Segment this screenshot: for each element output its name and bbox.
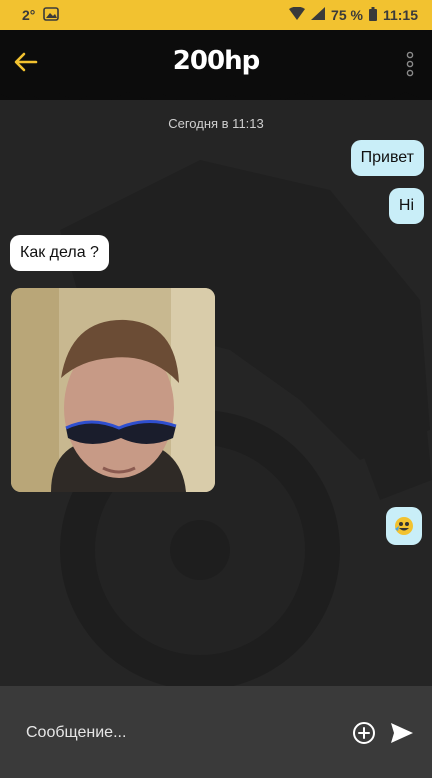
image-notification-icon bbox=[43, 6, 60, 24]
message-input[interactable] bbox=[24, 710, 328, 756]
more-vertical-icon bbox=[406, 51, 414, 77]
photo-message[interactable] bbox=[11, 288, 215, 492]
plus-circle-icon bbox=[353, 722, 375, 744]
message-text: Как дела ? bbox=[20, 244, 99, 261]
selfie-photo bbox=[11, 288, 215, 492]
outgoing-message[interactable]: Hi bbox=[388, 188, 424, 224]
send-button[interactable] bbox=[390, 722, 414, 744]
battery-icon bbox=[368, 6, 377, 24]
status-bar: 2° 75 % 11:15 bbox=[0, 0, 432, 30]
message-text: Hi bbox=[398, 197, 414, 214]
clock: 11:15 bbox=[382, 7, 418, 23]
sticker-message[interactable] bbox=[386, 507, 422, 545]
incoming-message[interactable]: Как дела ? bbox=[10, 235, 109, 271]
battery-percent: 75 % bbox=[331, 7, 363, 23]
status-right: 75 % 11:15 bbox=[289, 6, 418, 24]
signal-icon bbox=[311, 7, 326, 23]
message-composer bbox=[0, 686, 432, 778]
temperature-label: 2° bbox=[22, 7, 36, 23]
chat-title: 200hp bbox=[172, 46, 260, 76]
chat-area[interactable]: Сегодня в 11:13 Привет Hi Как дела ? bbox=[0, 100, 432, 686]
date-separator: Сегодня в 11:13 bbox=[168, 116, 264, 131]
wifi-icon bbox=[289, 6, 306, 23]
attach-button[interactable] bbox=[352, 721, 376, 745]
emoji-sticker-icon bbox=[395, 517, 413, 535]
more-options-button[interactable] bbox=[402, 50, 418, 78]
status-left: 2° bbox=[22, 6, 60, 24]
outgoing-message[interactable]: Привет bbox=[350, 140, 424, 176]
send-icon bbox=[391, 723, 413, 743]
message-text: Привет bbox=[360, 149, 414, 166]
chat-header: 200hp bbox=[0, 30, 432, 102]
